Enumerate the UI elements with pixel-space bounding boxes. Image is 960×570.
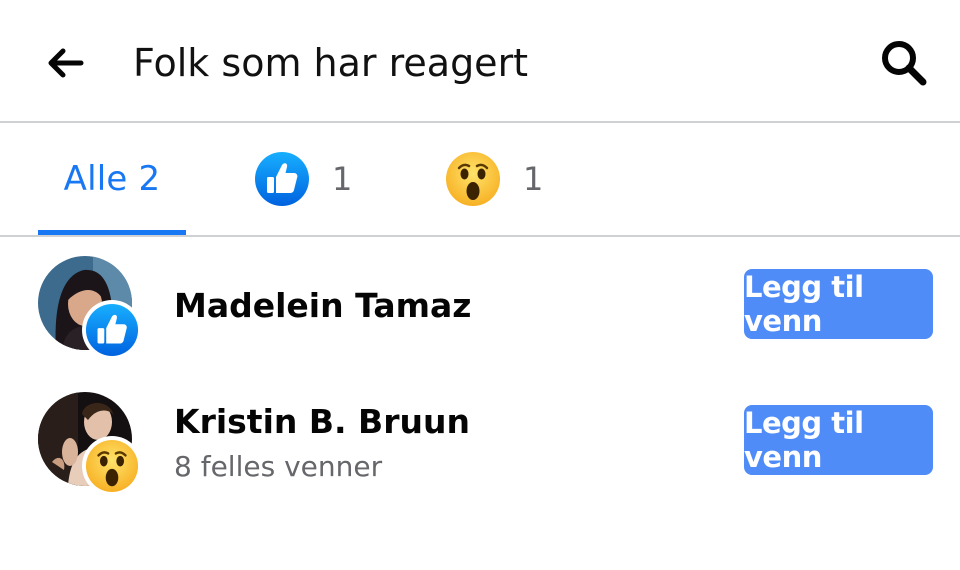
search-button[interactable] [874, 36, 934, 90]
add-friend-button[interactable]: Legg til venn [744, 405, 933, 475]
tab-all-label: Alle 2 [63, 159, 161, 199]
tab-like-count: 1 [332, 160, 353, 198]
wow-reaction-icon [446, 152, 500, 206]
back-button[interactable] [40, 40, 90, 86]
tab-like[interactable]: 1 [254, 124, 364, 234]
avatar-container[interactable] [38, 392, 142, 496]
reaction-badge [82, 300, 142, 360]
tab-wow[interactable]: 1 [445, 124, 555, 234]
top-bar: Folk som har reagert [0, 0, 960, 122]
person-name[interactable]: Madelein Tamaz [174, 286, 471, 325]
header-divider [0, 121, 960, 123]
avatar-container[interactable] [38, 256, 142, 360]
like-reaction-icon [85, 303, 139, 357]
tab-all[interactable]: Alle 2 [38, 124, 186, 234]
like-reaction-icon [255, 152, 309, 206]
mutual-friends-count: 8 felles venner [174, 450, 383, 483]
list-item[interactable]: Madelein Tamaz Legg til venn [0, 256, 960, 376]
page-title: Folk som har reagert [133, 41, 529, 85]
wow-reaction-icon [85, 439, 139, 493]
person-name[interactable]: Kristin B. Bruun [174, 402, 470, 441]
search-icon [882, 41, 927, 86]
tabs-divider [0, 235, 960, 237]
tab-wow-count: 1 [523, 160, 544, 198]
add-friend-button[interactable]: Legg til venn [744, 269, 933, 339]
reaction-badge [82, 436, 142, 496]
reaction-tabs: Alle 2 1 1 [0, 124, 960, 234]
arrow-left-icon [48, 48, 84, 78]
list-item[interactable]: Kristin B. Bruun 8 felles venner Legg ti… [0, 392, 960, 512]
